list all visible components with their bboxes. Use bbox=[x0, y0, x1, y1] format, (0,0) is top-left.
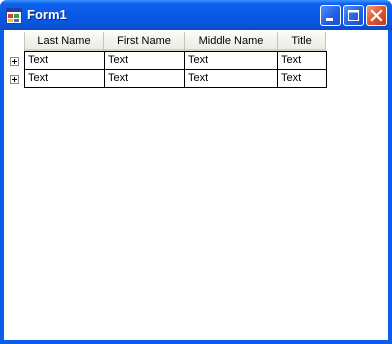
minimize-icon bbox=[326, 18, 333, 21]
maximize-button[interactable] bbox=[343, 5, 364, 26]
column-header-last-name[interactable]: Last Name bbox=[24, 32, 104, 51]
close-button[interactable] bbox=[366, 5, 387, 26]
grid-header-corner bbox=[4, 32, 24, 51]
window: Form1 Last Name First Name Middle Name T… bbox=[0, 0, 392, 344]
close-icon bbox=[370, 9, 383, 22]
column-header-middle-name[interactable]: Middle Name bbox=[185, 32, 278, 51]
form-client-area: Last Name First Name Middle Name Title T… bbox=[4, 30, 388, 340]
table-cell[interactable]: Text bbox=[105, 51, 185, 70]
row-expand-icon[interactable] bbox=[10, 57, 19, 66]
table-cell[interactable]: Text bbox=[185, 51, 278, 70]
table-cell[interactable]: Text bbox=[105, 70, 185, 88]
table-cell[interactable]: Text bbox=[278, 70, 327, 88]
column-header-first-name[interactable]: First Name bbox=[104, 32, 185, 51]
form-app-icon bbox=[6, 8, 22, 24]
maximize-icon bbox=[348, 10, 359, 21]
table-cell[interactable]: Text bbox=[24, 51, 105, 70]
title-bar[interactable]: Form1 bbox=[0, 0, 392, 30]
table-cell[interactable]: Text bbox=[185, 70, 278, 88]
row-expand-icon[interactable] bbox=[10, 75, 19, 84]
table-cell[interactable]: Text bbox=[278, 51, 327, 70]
column-header-title[interactable]: Title bbox=[278, 32, 326, 51]
minimize-button[interactable] bbox=[320, 5, 341, 26]
window-title: Form1 bbox=[27, 7, 67, 22]
table-cell[interactable]: Text bbox=[24, 70, 105, 88]
